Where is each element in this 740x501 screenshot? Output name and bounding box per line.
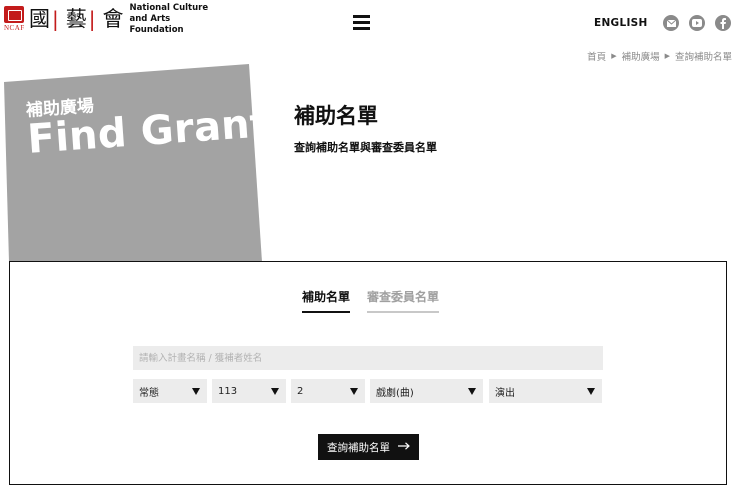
breadcrumb-separator-icon: ▶ [664, 52, 670, 60]
caret-down-icon [468, 387, 476, 395]
facebook-icon[interactable] [715, 15, 731, 31]
logo-glyph-2: 藝 [65, 7, 87, 31]
breadcrumb-home[interactable]: 首頁 [587, 49, 606, 63]
logo-abbr: NCAF [4, 24, 25, 32]
tab-reviewer-list[interactable]: 審查委員名單 [367, 288, 440, 313]
page-description: 查詢補助名單與審查委員名單 [294, 141, 437, 154]
select-value: 常態 [139, 387, 159, 399]
search-grants-button[interactable]: 查詢補助名單 [318, 434, 419, 460]
tab-bar: 補助名單 審查委員名單 [302, 288, 440, 313]
logo-name-line2: and Arts Foundation [129, 13, 184, 35]
logo-divider-1: | [52, 7, 59, 31]
breadcrumb: 首頁 ▶ 補助廣場 ▶ 查詢補助名單 [587, 49, 732, 63]
breadcrumb-find-grants[interactable]: 補助廣場 [622, 49, 660, 63]
year-select[interactable]: 113 [212, 379, 286, 403]
english-link[interactable]: ENGLISH [594, 17, 648, 29]
page-title: 補助名單 [294, 104, 378, 128]
menu-bar [353, 21, 370, 24]
caret-down-icon [192, 387, 200, 395]
mail-icon[interactable] [663, 15, 679, 31]
select-value: 戲劇(曲) [376, 387, 414, 399]
logo-name: National Culture and Arts Foundation [130, 3, 215, 36]
logo-seal: NCAF [4, 6, 24, 32]
logo-name-line1: National Culture [129, 2, 209, 13]
menu-bar [353, 15, 370, 18]
select-value: 演出 [495, 387, 515, 399]
logo-glyph-1: 國 [29, 7, 50, 31]
project-type-select[interactable]: 演出 [489, 379, 602, 403]
caret-down-icon [587, 387, 595, 395]
seal-mark [4, 6, 24, 23]
menu-bar [353, 27, 370, 30]
category-select[interactable]: 常態 [133, 379, 207, 403]
logo-glyph-3: 會 [102, 7, 124, 31]
search-input[interactable] [133, 346, 603, 370]
page: NCAF 國 | 藝 | 會 National Culture and Arts… [0, 0, 740, 501]
caret-down-icon [271, 387, 279, 395]
search-panel: 補助名單 審查委員名單 常態 113 2 戲劇(曲) 演出 查詢補助名單 [9, 261, 727, 485]
caret-down-icon [350, 387, 358, 395]
site-logo[interactable]: NCAF 國 | 藝 | 會 National Culture and Arts… [4, 3, 215, 36]
logo-divider-2: | [88, 7, 96, 31]
select-value: 2 [297, 385, 304, 397]
period-select[interactable]: 2 [291, 379, 365, 403]
breadcrumb-separator-icon: ▶ [611, 52, 617, 60]
tab-grant-list[interactable]: 補助名單 [302, 288, 351, 313]
hamburger-icon[interactable] [353, 15, 370, 30]
select-value: 113 [218, 385, 238, 397]
hero-card [4, 64, 262, 262]
arrow-right-icon [398, 441, 410, 453]
search-button-label: 查詢補助名單 [327, 441, 390, 454]
discipline-select[interactable]: 戲劇(曲) [370, 379, 483, 403]
breadcrumb-current[interactable]: 查詢補助名單 [675, 49, 732, 63]
youtube-icon[interactable] [689, 15, 705, 31]
